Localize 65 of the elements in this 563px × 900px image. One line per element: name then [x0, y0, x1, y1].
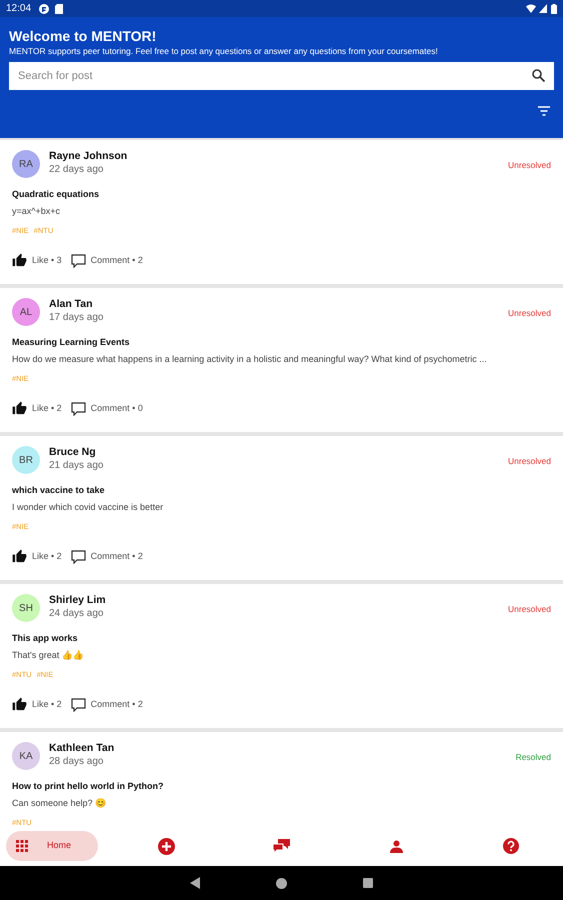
avatar-initials: SH [19, 602, 33, 616]
post-time: 22 days ago [49, 163, 104, 176]
back-icon[interactable] [190, 877, 200, 889]
nav-tab[interactable]: Home [6, 831, 98, 861]
like-count[interactable]: Like • 2 [32, 402, 62, 416]
avatar-initials: AL [20, 306, 32, 320]
post-title: which vaccine to take [12, 484, 106, 496]
post-title: This app works [12, 632, 79, 644]
thumbs-up-icon[interactable] [12, 549, 27, 564]
status-label: Unresolved [508, 603, 551, 616]
header-subtitle: MENTOR supports peer tutoring. Feel free to post any questions or answer any questions from your coursemates! [9, 45, 439, 57]
thumbs-up-icon[interactable] [12, 697, 27, 712]
comment-icon[interactable] [70, 698, 86, 712]
comment-icon[interactable] [70, 254, 86, 268]
post-body: I wonder which covid vaccine is better [12, 501, 164, 513]
post-body: y=ax^+bx+c [12, 205, 62, 217]
post-time: 28 days ago [49, 755, 104, 768]
author-name: Shirley Lim [49, 594, 107, 607]
avatar-initials: RA [19, 158, 33, 172]
sd-card-icon [55, 4, 64, 14]
comment-count[interactable]: Comment • 2 [90, 698, 143, 712]
avatar-initials: BR [19, 454, 33, 468]
filter-icon[interactable] [538, 106, 550, 116]
chat-icon [273, 839, 290, 853]
home-icon[interactable] [276, 878, 287, 888]
comment-icon[interactable] [70, 550, 86, 564]
grid-icon [16, 840, 28, 852]
status-label: Unresolved [508, 159, 551, 172]
header-title: Welcome to MENTOR! [9, 27, 158, 45]
author-name: Bruce Ng [49, 446, 97, 459]
like-count[interactable]: Like • 2 [32, 698, 62, 712]
post-body: That's great 👍👍 [12, 649, 85, 661]
post-body: How do we measure what happens in a learning activity in a holistic and meaningful way? What kind of psychometric ... [12, 353, 488, 365]
author-name: Kathleen Tan [49, 742, 116, 755]
comment-count[interactable]: Comment • 0 [90, 402, 143, 416]
search-icon[interactable] [532, 69, 545, 82]
app-notification-icon [39, 4, 50, 14]
status-label: Unresolved [508, 307, 551, 320]
like-count[interactable]: Like • 2 [32, 550, 62, 564]
battery-icon [551, 4, 557, 14]
post-time: 21 days ago [49, 459, 104, 472]
comment-icon[interactable] [70, 402, 86, 416]
author-name: Alan Tan [49, 298, 94, 311]
thumbs-up-icon[interactable] [12, 253, 27, 268]
status-time: 12:04 [6, 2, 32, 16]
avatar-initials: KA [19, 750, 33, 764]
post-time: 17 days ago [49, 311, 104, 324]
post-time: 24 days ago [49, 607, 104, 620]
like-count[interactable]: Like • 3 [32, 254, 62, 268]
post-title: Measuring Learning Events [12, 336, 131, 348]
help-icon [503, 838, 519, 854]
signal-icon [539, 4, 547, 13]
post-title: Quadratic equations [12, 188, 100, 200]
add-icon [158, 838, 176, 854]
post-body: Can someone help? 😊 [12, 797, 108, 809]
comment-count[interactable]: Comment • 2 [90, 550, 143, 564]
thumbs-up-icon[interactable] [12, 401, 27, 416]
comment-count[interactable]: Comment • 2 [90, 254, 143, 268]
wifi-icon [526, 4, 536, 13]
post-title: How to print hello world in Python? [12, 780, 164, 792]
status-label: Unresolved [508, 455, 551, 468]
author-name: Rayne Johnson [49, 150, 128, 163]
search-field[interactable]: Search for post [9, 62, 554, 90]
person-icon [390, 840, 403, 852]
status-label: Resolved [516, 751, 551, 764]
